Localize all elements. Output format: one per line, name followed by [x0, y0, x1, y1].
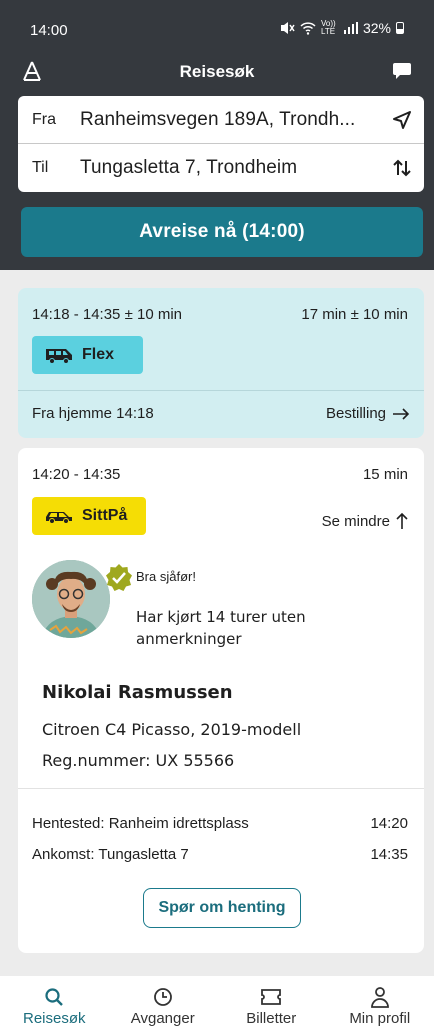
driver-trips: Har kjørt 14 turer uten anmerkninger: [136, 608, 306, 648]
flex-badge: Flex: [32, 336, 143, 374]
arrow-up-icon: [396, 512, 408, 529]
signal-icon: [343, 22, 358, 34]
arrow-right-icon: [393, 407, 410, 420]
arrival-label: Ankomst: Tungasletta 7: [32, 846, 189, 863]
ticket-icon: [260, 986, 282, 1008]
see-less-label: Se mindre: [321, 512, 390, 530]
nav-item-avganger[interactable]: Avganger: [109, 976, 218, 1031]
network-label: Vo)) LTE: [320, 19, 336, 36]
to-field[interactable]: Til Tungasletta 7, Trondheim: [18, 144, 424, 192]
search-icon: [44, 986, 64, 1008]
divider: [18, 390, 424, 391]
status-icons: Vo)) LTE 32%: [279, 20, 404, 36]
driver-avatar: [32, 560, 110, 638]
flex-summary: 14:18 - 14:35 ± 10 min 17 min ± 10 min: [32, 306, 408, 323]
arrival-row: Ankomst: Tungasletta 7 14:35: [32, 846, 408, 863]
nav-item-reisesok[interactable]: Reisesøk: [0, 976, 109, 1031]
app-header: 14:00 Vo)) LTE 32% Reisesøk Fra Ranheims…: [0, 0, 434, 270]
location-arrow-icon[interactable]: [380, 110, 424, 130]
nav-label: Reisesøk: [22, 1010, 86, 1027]
from-input[interactable]: Ranheimsvegen 189A, Trondh...: [80, 109, 380, 131]
from-label: Fra: [32, 110, 56, 128]
flex-trip-card[interactable]: 14:18 - 14:35 ± 10 min 17 min ± 10 min F…: [18, 288, 424, 438]
to-input[interactable]: Tungasletta 7, Trondheim: [80, 157, 380, 179]
nav-label: Billetter: [246, 1010, 297, 1027]
chat-icon[interactable]: [392, 62, 412, 80]
flex-time-range: 14:18 - 14:35 ± 10 min: [32, 306, 182, 323]
sittpa-badge: SittPå: [32, 497, 146, 535]
sittpa-trip-card: 14:20 - 14:35 15 min SittPå Se mindre Br…: [18, 448, 424, 953]
person-icon: [370, 986, 390, 1008]
top-bar: Reisesøk: [0, 58, 434, 86]
ask-pickup-button[interactable]: Spør om henting: [143, 888, 301, 928]
divider: [18, 788, 424, 789]
swap-icon[interactable]: [380, 158, 424, 178]
order-link[interactable]: Bestilling: [326, 405, 410, 422]
car-model: Citroen C4 Picasso, 2019-modell: [42, 720, 302, 739]
sittpa-duration: 15 min: [362, 466, 408, 483]
see-less-toggle[interactable]: Se mindre: [322, 512, 408, 530]
nav-item-min-profil[interactable]: Min profil: [326, 976, 434, 1031]
status-bar: 14:00 Vo)) LTE 32%: [30, 18, 404, 42]
from-field[interactable]: Fra Ranheimsvegen 189A, Trondh...: [18, 96, 424, 144]
registration-number: Reg.nummer: UX 55566: [42, 751, 235, 770]
search-box: Fra Ranheimsvegen 189A, Trondh... Til Tu…: [18, 96, 424, 192]
sittpa-summary: 14:20 - 14:35 15 min: [32, 466, 408, 483]
battery-level: 32%: [362, 20, 391, 36]
flex-from-home: Fra hjemme 14:18: [32, 405, 154, 422]
minibus-icon: [46, 349, 72, 364]
flex-duration: 17 min ± 10 min: [301, 306, 408, 323]
order-link-label: Bestilling: [325, 405, 386, 422]
arrival-time: 14:35: [370, 846, 408, 863]
sittpa-time-range: 14:20 - 14:35: [32, 466, 121, 483]
pickup-time: 14:20: [370, 815, 408, 832]
pickup-row: Hentested: Ranheim idrettsplass 14:20: [32, 815, 408, 832]
bottom-navigation: Reisesøk Avganger Billetter Min profil: [0, 976, 434, 1031]
flex-footer: Fra hjemme 14:18 Bestilling: [32, 405, 410, 422]
depart-now-button[interactable]: Avreise nå (14:00): [21, 207, 423, 257]
verified-badge-icon: [106, 564, 132, 591]
car-icon: [46, 512, 72, 524]
to-label: Til: [32, 159, 49, 176]
nav-item-billetter[interactable]: Billetter: [217, 976, 326, 1031]
pickup-label: Hentested: Ranheim idrettsplass: [32, 815, 249, 832]
mute-icon: [280, 22, 295, 34]
clock-icon: [153, 986, 173, 1008]
nav-label: Avganger: [130, 1010, 195, 1027]
wifi-icon: [300, 21, 316, 35]
driver-name: Nikolai Rasmussen: [42, 682, 233, 703]
sittpa-badge-label: SittPå: [82, 507, 128, 524]
page-title: Reisesøk: [179, 62, 255, 81]
battery-icon: [396, 22, 404, 34]
status-time: 14:00: [30, 22, 68, 39]
driver-praise: Bra sjåfør!: [136, 569, 196, 584]
nav-label: Min profil: [349, 1010, 411, 1027]
flex-badge-label: Flex: [82, 346, 115, 363]
